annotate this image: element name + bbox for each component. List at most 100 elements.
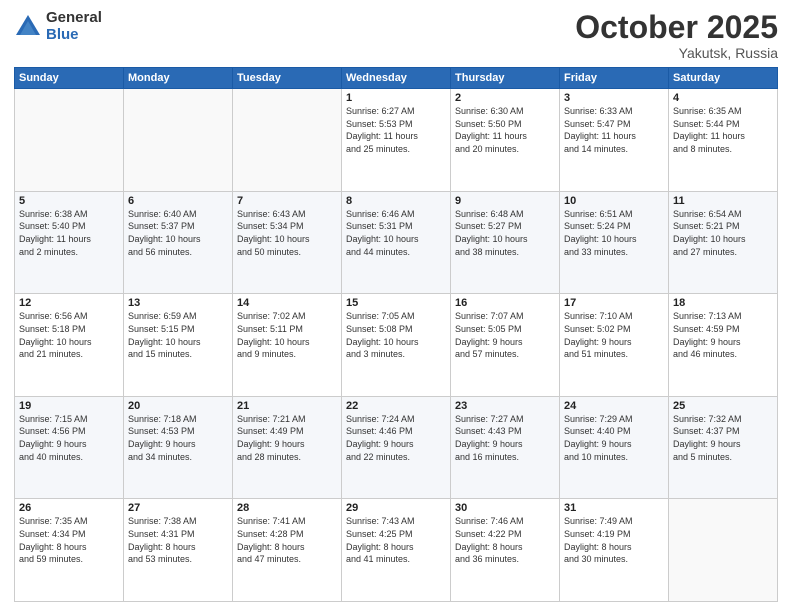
logo-general-text: General: [46, 10, 102, 27]
calendar-cell: 10Sunrise: 6:51 AM Sunset: 5:24 PM Dayli…: [560, 191, 669, 294]
calendar-cell: 11Sunrise: 6:54 AM Sunset: 5:21 PM Dayli…: [669, 191, 778, 294]
day-info: Sunrise: 6:40 AM Sunset: 5:37 PM Dayligh…: [128, 208, 228, 258]
month-title: October 2025: [575, 10, 778, 45]
day-info: Sunrise: 7:07 AM Sunset: 5:05 PM Dayligh…: [455, 310, 555, 360]
calendar-cell: [669, 499, 778, 602]
day-number: 26: [19, 502, 119, 514]
calendar-cell: 16Sunrise: 7:07 AM Sunset: 5:05 PM Dayli…: [451, 294, 560, 397]
calendar-cell: 15Sunrise: 7:05 AM Sunset: 5:08 PM Dayli…: [342, 294, 451, 397]
day-info: Sunrise: 7:05 AM Sunset: 5:08 PM Dayligh…: [346, 310, 446, 360]
calendar-cell: 24Sunrise: 7:29 AM Sunset: 4:40 PM Dayli…: [560, 396, 669, 499]
calendar-day-header: Thursday: [451, 68, 560, 89]
calendar-cell: 2Sunrise: 6:30 AM Sunset: 5:50 PM Daylig…: [451, 89, 560, 192]
day-info: Sunrise: 6:46 AM Sunset: 5:31 PM Dayligh…: [346, 208, 446, 258]
day-number: 21: [237, 400, 337, 412]
calendar-cell: 22Sunrise: 7:24 AM Sunset: 4:46 PM Dayli…: [342, 396, 451, 499]
calendar-cell: 28Sunrise: 7:41 AM Sunset: 4:28 PM Dayli…: [233, 499, 342, 602]
calendar-cell: 27Sunrise: 7:38 AM Sunset: 4:31 PM Dayli…: [124, 499, 233, 602]
day-number: 12: [19, 297, 119, 309]
calendar-cell: 14Sunrise: 7:02 AM Sunset: 5:11 PM Dayli…: [233, 294, 342, 397]
day-info: Sunrise: 6:59 AM Sunset: 5:15 PM Dayligh…: [128, 310, 228, 360]
day-number: 9: [455, 195, 555, 207]
day-number: 20: [128, 400, 228, 412]
calendar-cell: 1Sunrise: 6:27 AM Sunset: 5:53 PM Daylig…: [342, 89, 451, 192]
calendar-table: SundayMondayTuesdayWednesdayThursdayFrid…: [14, 67, 778, 602]
day-info: Sunrise: 7:46 AM Sunset: 4:22 PM Dayligh…: [455, 515, 555, 565]
day-info: Sunrise: 6:38 AM Sunset: 5:40 PM Dayligh…: [19, 208, 119, 258]
day-number: 18: [673, 297, 773, 309]
day-info: Sunrise: 6:30 AM Sunset: 5:50 PM Dayligh…: [455, 105, 555, 155]
day-info: Sunrise: 6:54 AM Sunset: 5:21 PM Dayligh…: [673, 208, 773, 258]
day-info: Sunrise: 7:10 AM Sunset: 5:02 PM Dayligh…: [564, 310, 664, 360]
day-number: 31: [564, 502, 664, 514]
calendar-cell: 9Sunrise: 6:48 AM Sunset: 5:27 PM Daylig…: [451, 191, 560, 294]
day-number: 16: [455, 297, 555, 309]
calendar-cell: 18Sunrise: 7:13 AM Sunset: 4:59 PM Dayli…: [669, 294, 778, 397]
day-info: Sunrise: 7:27 AM Sunset: 4:43 PM Dayligh…: [455, 413, 555, 463]
calendar-cell: 5Sunrise: 6:38 AM Sunset: 5:40 PM Daylig…: [15, 191, 124, 294]
calendar-week-row: 1Sunrise: 6:27 AM Sunset: 5:53 PM Daylig…: [15, 89, 778, 192]
calendar-cell: 12Sunrise: 6:56 AM Sunset: 5:18 PM Dayli…: [15, 294, 124, 397]
day-number: 14: [237, 297, 337, 309]
day-info: Sunrise: 7:15 AM Sunset: 4:56 PM Dayligh…: [19, 413, 119, 463]
calendar-cell: 4Sunrise: 6:35 AM Sunset: 5:44 PM Daylig…: [669, 89, 778, 192]
calendar-cell: [15, 89, 124, 192]
day-info: Sunrise: 6:43 AM Sunset: 5:34 PM Dayligh…: [237, 208, 337, 258]
calendar-week-row: 19Sunrise: 7:15 AM Sunset: 4:56 PM Dayli…: [15, 396, 778, 499]
calendar-header-row: SundayMondayTuesdayWednesdayThursdayFrid…: [15, 68, 778, 89]
day-info: Sunrise: 6:33 AM Sunset: 5:47 PM Dayligh…: [564, 105, 664, 155]
day-number: 27: [128, 502, 228, 514]
calendar-day-header: Friday: [560, 68, 669, 89]
calendar-week-row: 12Sunrise: 6:56 AM Sunset: 5:18 PM Dayli…: [15, 294, 778, 397]
calendar-cell: 7Sunrise: 6:43 AM Sunset: 5:34 PM Daylig…: [233, 191, 342, 294]
day-number: 24: [564, 400, 664, 412]
calendar-cell: [233, 89, 342, 192]
day-info: Sunrise: 7:24 AM Sunset: 4:46 PM Dayligh…: [346, 413, 446, 463]
day-info: Sunrise: 7:21 AM Sunset: 4:49 PM Dayligh…: [237, 413, 337, 463]
calendar-cell: 13Sunrise: 6:59 AM Sunset: 5:15 PM Dayli…: [124, 294, 233, 397]
calendar-cell: 6Sunrise: 6:40 AM Sunset: 5:37 PM Daylig…: [124, 191, 233, 294]
calendar-day-header: Saturday: [669, 68, 778, 89]
calendar-cell: 3Sunrise: 6:33 AM Sunset: 5:47 PM Daylig…: [560, 89, 669, 192]
calendar-day-header: Wednesday: [342, 68, 451, 89]
day-number: 19: [19, 400, 119, 412]
day-number: 28: [237, 502, 337, 514]
calendar-cell: 25Sunrise: 7:32 AM Sunset: 4:37 PM Dayli…: [669, 396, 778, 499]
day-number: 13: [128, 297, 228, 309]
calendar-day-header: Tuesday: [233, 68, 342, 89]
location: Yakutsk, Russia: [575, 45, 778, 61]
calendar-week-row: 5Sunrise: 6:38 AM Sunset: 5:40 PM Daylig…: [15, 191, 778, 294]
calendar-cell: 19Sunrise: 7:15 AM Sunset: 4:56 PM Dayli…: [15, 396, 124, 499]
calendar-cell: 20Sunrise: 7:18 AM Sunset: 4:53 PM Dayli…: [124, 396, 233, 499]
calendar-cell: 21Sunrise: 7:21 AM Sunset: 4:49 PM Dayli…: [233, 396, 342, 499]
day-info: Sunrise: 6:48 AM Sunset: 5:27 PM Dayligh…: [455, 208, 555, 258]
day-number: 30: [455, 502, 555, 514]
day-number: 23: [455, 400, 555, 412]
day-number: 4: [673, 92, 773, 104]
day-number: 11: [673, 195, 773, 207]
logo-blue-text: Blue: [46, 27, 102, 44]
logo: General Blue: [14, 10, 102, 43]
day-number: 17: [564, 297, 664, 309]
day-number: 1: [346, 92, 446, 104]
calendar-cell: 26Sunrise: 7:35 AM Sunset: 4:34 PM Dayli…: [15, 499, 124, 602]
page: General Blue October 2025 Yakutsk, Russi…: [0, 0, 792, 612]
calendar-cell: 31Sunrise: 7:49 AM Sunset: 4:19 PM Dayli…: [560, 499, 669, 602]
day-number: 22: [346, 400, 446, 412]
day-number: 2: [455, 92, 555, 104]
calendar-cell: 29Sunrise: 7:43 AM Sunset: 4:25 PM Dayli…: [342, 499, 451, 602]
calendar-cell: 30Sunrise: 7:46 AM Sunset: 4:22 PM Dayli…: [451, 499, 560, 602]
day-number: 3: [564, 92, 664, 104]
header: General Blue October 2025 Yakutsk, Russi…: [14, 10, 778, 61]
day-info: Sunrise: 7:32 AM Sunset: 4:37 PM Dayligh…: [673, 413, 773, 463]
day-number: 10: [564, 195, 664, 207]
day-info: Sunrise: 6:51 AM Sunset: 5:24 PM Dayligh…: [564, 208, 664, 258]
day-number: 5: [19, 195, 119, 207]
day-info: Sunrise: 7:43 AM Sunset: 4:25 PM Dayligh…: [346, 515, 446, 565]
day-info: Sunrise: 6:35 AM Sunset: 5:44 PM Dayligh…: [673, 105, 773, 155]
calendar-day-header: Sunday: [15, 68, 124, 89]
day-number: 15: [346, 297, 446, 309]
day-info: Sunrise: 7:02 AM Sunset: 5:11 PM Dayligh…: [237, 310, 337, 360]
calendar-week-row: 26Sunrise: 7:35 AM Sunset: 4:34 PM Dayli…: [15, 499, 778, 602]
day-number: 29: [346, 502, 446, 514]
